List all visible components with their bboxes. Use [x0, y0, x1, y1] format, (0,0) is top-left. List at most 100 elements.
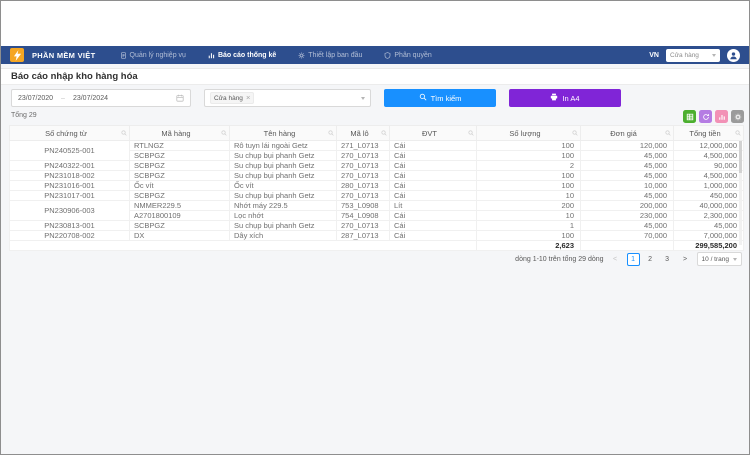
cell-so-chung-tu: PN230906-003 [9, 200, 130, 221]
column-header-so-chung-tu[interactable]: Số chứng từ [9, 125, 130, 141]
column-header-ten-hang[interactable]: Tên hàng [229, 125, 337, 141]
menu-item-shield[interactable]: Phân quyền [384, 51, 432, 59]
column-header-so-luong[interactable]: Số lượng [476, 125, 581, 141]
cell-so-chung-tu: PN231018-002 [9, 170, 130, 181]
total-rows-label: Tổng 29 [11, 112, 37, 119]
column-header-tong-tien[interactable]: Tổng tiền [673, 125, 744, 141]
menu-item-gear[interactable]: Thiết lập ban đầu [298, 52, 362, 59]
table-row: PN231016-001 Ốc vít Ốc vít 280_L0713 Cái 100 1… [9, 180, 744, 191]
cell-ma-hang: DX [129, 230, 230, 241]
column-header-ma-lo[interactable]: Mã lô [336, 125, 390, 141]
page-title: Báo cáo nhập kho hàng hóa [11, 71, 138, 82]
table-scrollbar[interactable] [739, 141, 742, 245]
sync-button[interactable] [699, 110, 712, 123]
date-range-picker[interactable]: 23/07/2020 – 23/07/2024 [11, 89, 191, 107]
main-menu: Quản lý nghiệp vụ Báo cáo thống kê Thiết l… [120, 52, 432, 59]
summary-row: 2,623 299,585,200 [9, 240, 744, 251]
cell-so-chung-tu: PN240322-001 [9, 160, 130, 171]
menu-item-clipboard[interactable]: Quản lý nghiệp vụ [120, 52, 186, 59]
column-header-label: Mã lô [350, 128, 369, 138]
cell-ma-hang: SCBPGZ [129, 220, 230, 231]
cell-dvt: Cái [389, 220, 477, 231]
cell-so-chung-tu: PN220708-002 [9, 230, 130, 241]
cell-don-gia: 200,000 [580, 200, 674, 211]
column-header-label: Số lượng [509, 128, 541, 138]
cell-so-luong: 10 [476, 190, 581, 201]
cell-ma-lo: 270_L0713 [336, 170, 390, 181]
column-search-icon[interactable] [328, 130, 334, 136]
cell-dvt: Cái [389, 230, 477, 241]
cell-don-gia: 45,000 [580, 190, 674, 201]
settings-button[interactable] [731, 110, 744, 123]
user-avatar[interactable] [727, 48, 740, 62]
page-size-value: 10 / trang [701, 255, 729, 263]
cell-ten-hang: Su chụp bụi phanh Getz [229, 220, 337, 231]
cell-ma-lo: 753_L0908 [336, 200, 390, 211]
table-row: PN240322-001 SCBPGZ Su chụp bụi phanh Getz… [9, 160, 744, 171]
cell-don-gia: 45,000 [580, 170, 674, 181]
column-header-label: Tên hàng [263, 128, 296, 138]
column-search-icon[interactable] [572, 130, 578, 136]
summary-amount: 299,585,200 [673, 240, 744, 251]
cell-dvt: Cái [389, 160, 477, 171]
menu-item-label: Phân quyền [394, 51, 432, 59]
cell-ma-hang: Ốc vít [129, 180, 230, 191]
column-header-label: Đơn giá [610, 128, 637, 138]
page-number-list: 123 [626, 252, 674, 266]
navbar-store-select-value: Cửa hàng [670, 51, 699, 59]
print-a4-button[interactable]: In A4 [509, 89, 621, 107]
column-search-icon[interactable] [735, 130, 741, 136]
scrollbar-thumb[interactable] [739, 141, 742, 173]
cell-ma-lo: 270_L0713 [336, 160, 390, 171]
cell-ten-hang: Ốc vít [229, 180, 337, 191]
summary-empty [580, 240, 674, 251]
page-button-1[interactable]: 1 [626, 252, 640, 266]
print-button-label: In A4 [562, 93, 580, 103]
cell-tong-tien: 2,300,000 [673, 210, 744, 221]
cell-dvt: Cái [389, 150, 477, 161]
search-button[interactable]: Tìm kiếm [384, 89, 496, 107]
column-header-ma-hang[interactable]: Mã hàng [129, 125, 230, 141]
cell-tong-tien: 90,000 [673, 160, 744, 171]
app-logo-icon[interactable] [10, 48, 24, 62]
cell-so-luong: 100 [476, 180, 581, 191]
cell-so-luong: 100 [476, 230, 581, 241]
search-icon [419, 93, 427, 103]
cell-tong-tien: 45,000 [673, 220, 744, 231]
date-separator: – [61, 94, 65, 102]
cell-don-gia: 10,000 [580, 180, 674, 191]
chevron-down-icon [733, 257, 737, 261]
pagination: dòng 1-10 trên tổng 29 dòng < 123 > 10 /… [515, 252, 742, 266]
date-to-value: 23/07/2024 [72, 94, 108, 102]
column-search-icon[interactable] [468, 130, 474, 136]
printer-icon [550, 93, 558, 103]
column-search-icon[interactable] [381, 130, 387, 136]
remove-tag-icon[interactable]: × [246, 94, 250, 102]
cell-ma-hang: SCBPGZ [129, 190, 230, 201]
export-excel-button[interactable] [683, 110, 696, 123]
page-button-2[interactable]: 2 [644, 253, 657, 266]
report-table: Số chứng từ Mã hàng Tên hàng Mã lô ĐVT Số lượ… [9, 125, 744, 251]
cell-ma-lo: 270_L0713 [336, 190, 390, 201]
language-switcher[interactable]: VN [649, 52, 659, 59]
column-header-label: Tổng tiền [689, 128, 721, 138]
column-search-icon[interactable] [221, 130, 227, 136]
next-page-button[interactable]: > [679, 253, 692, 266]
column-search-icon[interactable] [665, 130, 671, 136]
table-row: PN230813-001 SCBPGZ Su chụp bụi phanh Getz… [9, 220, 744, 231]
cell-don-gia: 45,000 [580, 150, 674, 161]
table-row: PN240525-001 RTLNGZ Rô tuyn lái ngoài Getz… [9, 140, 744, 161]
column-search-icon[interactable] [121, 130, 127, 136]
column-header-dvt[interactable]: ĐVT [389, 125, 477, 141]
store-filter-select[interactable]: Cửa hàng × [204, 89, 371, 107]
navbar-right: VN Cửa hàng [649, 48, 740, 62]
column-header-don-gia[interactable]: Đơn giá [580, 125, 674, 141]
page-size-select[interactable]: 10 / trang [696, 252, 742, 266]
navbar-store-select[interactable]: Cửa hàng [666, 48, 720, 62]
menu-item-label: Thiết lập ban đầu [308, 51, 363, 59]
menu-item-chart[interactable]: Báo cáo thống kê [208, 52, 276, 59]
chart-button[interactable] [715, 110, 728, 123]
page-button-3[interactable]: 3 [661, 253, 674, 266]
prev-page-button[interactable]: < [609, 253, 622, 266]
cell-ma-hang: SCBPGZ [129, 150, 230, 161]
